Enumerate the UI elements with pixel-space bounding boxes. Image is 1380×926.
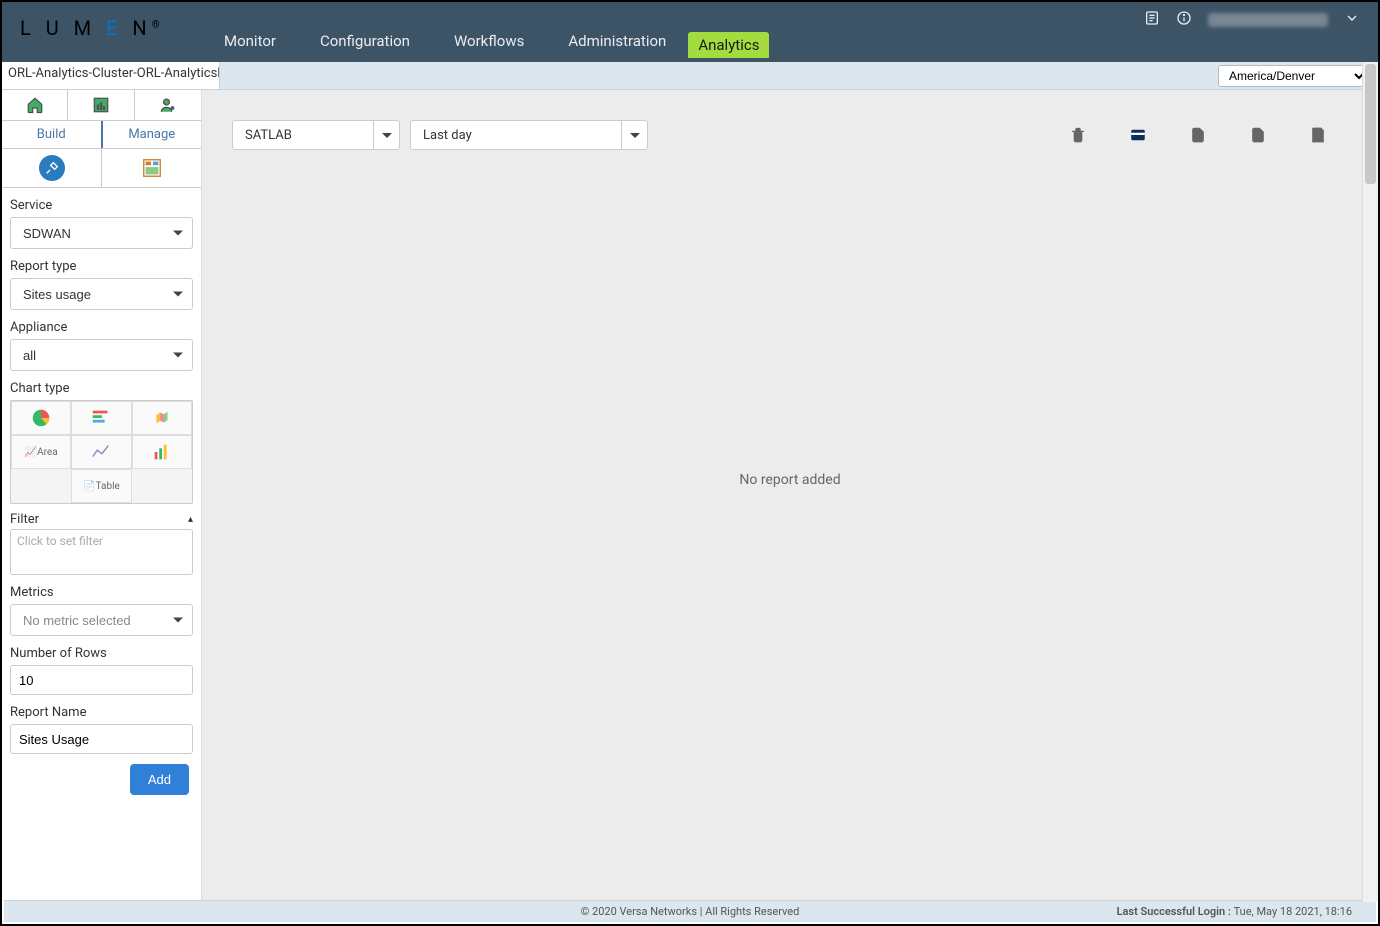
- tab-user-icon[interactable]: [135, 90, 201, 120]
- chevron-down-icon[interactable]: [1344, 10, 1360, 30]
- body: Build Manage Service SDWAN Report type S…: [2, 90, 1378, 902]
- pdf-icon[interactable]: [1188, 125, 1208, 145]
- rows-label: Number of Rows: [2, 636, 201, 665]
- chart-type-label: Chart type: [2, 371, 201, 400]
- metrics-select[interactable]: No metric selected: [10, 604, 193, 636]
- trash-icon[interactable]: [1068, 125, 1088, 145]
- report-name-label: Report Name: [2, 695, 201, 724]
- sidebar-subtabs: Build Manage: [2, 121, 201, 149]
- nav-monitor[interactable]: Monitor: [202, 20, 298, 62]
- appliance-select[interactable]: all: [10, 339, 193, 371]
- subtab-build[interactable]: Build: [2, 121, 103, 148]
- add-button[interactable]: Add: [130, 764, 189, 795]
- save-icon[interactable]: [1308, 125, 1328, 145]
- chart-type-area[interactable]: 📈Area: [11, 435, 71, 469]
- empty-state-text: No report added: [739, 472, 840, 488]
- org-select[interactable]: SATLAB: [232, 120, 400, 150]
- chart-type-3d[interactable]: [132, 401, 192, 435]
- timezone-select[interactable]: America/Denver: [1218, 65, 1368, 87]
- tab-chart-icon[interactable]: [68, 90, 134, 120]
- main-toolbar: SATLAB Last day: [202, 90, 1378, 150]
- tab-home-icon[interactable]: [2, 90, 68, 120]
- scrollbar[interactable]: [1362, 62, 1378, 902]
- appliance-label: Appliance: [2, 310, 201, 339]
- chart-type-line[interactable]: [71, 435, 131, 469]
- xls-icon[interactable]: [1248, 125, 1268, 145]
- topbar: L U M E N® Monitor Configuration Workflo…: [2, 2, 1378, 62]
- collapse-icon[interactable]: ▴: [188, 514, 193, 525]
- filter-input[interactable]: Click to set filter: [10, 529, 193, 575]
- main-action-icons: [1068, 125, 1348, 145]
- chart-type-grid: 📈Area 📄Table: [10, 400, 193, 504]
- info-icon[interactable]: [1176, 10, 1192, 30]
- sidebar-mode-icons: [2, 149, 201, 188]
- range-value: Last day: [411, 121, 621, 149]
- sidebar-top-tabs: [2, 90, 201, 121]
- range-select[interactable]: Last day: [410, 120, 648, 150]
- service-select[interactable]: SDWAN: [10, 217, 193, 249]
- nav-configuration[interactable]: Configuration: [298, 20, 432, 62]
- org-value: SATLAB: [233, 121, 373, 149]
- chart-type-table[interactable]: 📄Table: [71, 469, 131, 503]
- filter-label: Filter: [10, 512, 39, 527]
- nav-workflows[interactable]: Workflows: [432, 20, 546, 62]
- notes-icon[interactable]: [1144, 10, 1160, 30]
- footer-copyright: © 2020 Versa Networks | All Rights Reser…: [581, 905, 800, 918]
- top-nav: Monitor Configuration Workflows Administ…: [202, 2, 769, 62]
- service-label: Service: [2, 188, 201, 217]
- card-icon[interactable]: [1128, 125, 1148, 145]
- context-bar: ORL-Analytics-Cluster-ORL-AnalyticsDa Am…: [2, 62, 1378, 90]
- chart-type-hbar[interactable]: [71, 401, 131, 435]
- footer-login: Last Successful Login : Tue, May 18 2021…: [1117, 905, 1352, 918]
- sidebar: Build Manage Service SDWAN Report type S…: [2, 90, 202, 902]
- footer: © 2020 Versa Networks | All Rights Reser…: [4, 900, 1376, 922]
- tools-icon[interactable]: [2, 149, 102, 187]
- chart-type-pie[interactable]: [11, 401, 71, 435]
- brand-logo: L U M E N®: [20, 16, 165, 40]
- org-caret-icon[interactable]: [373, 121, 399, 149]
- report-type-select[interactable]: Sites usage: [10, 278, 193, 310]
- chart-type-column[interactable]: [132, 435, 192, 469]
- report-name-input[interactable]: [10, 724, 193, 754]
- topbar-right: [1144, 10, 1360, 30]
- main-canvas: SATLAB Last day: [202, 90, 1378, 902]
- subtab-manage[interactable]: Manage: [103, 121, 202, 148]
- metrics-label: Metrics: [2, 575, 201, 604]
- report-type-label: Report type: [2, 249, 201, 278]
- rows-input[interactable]: [10, 665, 193, 695]
- cluster-path[interactable]: ORL-Analytics-Cluster-ORL-AnalyticsDa: [2, 62, 220, 90]
- nav-administration[interactable]: Administration: [546, 20, 688, 62]
- user-name-redacted: [1208, 13, 1328, 27]
- range-caret-icon[interactable]: [621, 121, 647, 149]
- layout-icon[interactable]: [102, 149, 201, 187]
- nav-analytics[interactable]: Analytics: [688, 32, 769, 58]
